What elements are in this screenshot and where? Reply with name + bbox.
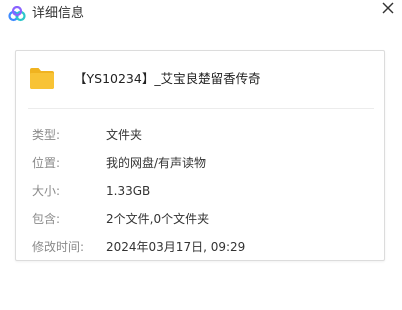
close-button[interactable] xyxy=(378,0,400,22)
detail-row-contains: 包含: 2个文件,0个文件夹 xyxy=(16,210,384,228)
detail-label: 位置: xyxy=(32,156,61,170)
cloud-logo-icon xyxy=(8,5,26,22)
detail-row-modified: 修改时间: 2024年03月17日, 09:29 xyxy=(16,238,384,256)
details-panel: 【YS10234】_艾宝良楚留香传奇 类型: 文件夹 位置: 我的网盘/有声读物… xyxy=(15,50,385,261)
detail-label: 修改时间: xyxy=(32,240,85,254)
detail-label: 包含: xyxy=(32,212,61,226)
detail-value: 1.33GB xyxy=(106,184,151,198)
detail-row-location: 位置: 我的网盘/有声读物 xyxy=(16,154,384,172)
detail-label: 大小: xyxy=(32,184,61,198)
detail-value: 我的网盘/有声读物 xyxy=(106,156,207,170)
divider xyxy=(28,108,374,109)
detail-label: 类型: xyxy=(32,128,61,142)
folder-icon xyxy=(28,65,56,91)
title-bar: 详细信息 xyxy=(0,0,402,30)
detail-row-type: 类型: 文件夹 xyxy=(16,126,384,144)
file-name: 【YS10234】_艾宝良楚留香传奇 xyxy=(74,71,261,86)
detail-value: 文件夹 xyxy=(106,128,143,142)
detail-row-size: 大小: 1.33GB xyxy=(16,182,384,200)
detail-value: 2个文件,0个文件夹 xyxy=(106,212,210,226)
detail-value: 2024年03月17日, 09:29 xyxy=(106,240,246,254)
window-title: 详细信息 xyxy=(32,6,85,21)
close-icon[interactable] xyxy=(378,2,400,26)
